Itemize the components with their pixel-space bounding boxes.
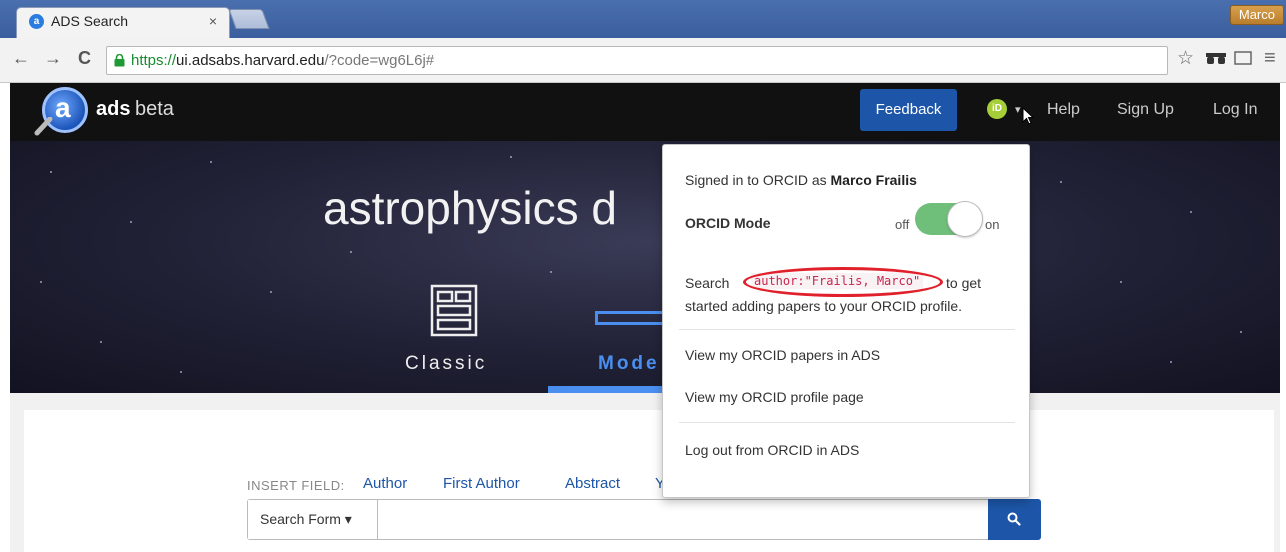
feedback-button[interactable]: Feedback — [860, 89, 957, 131]
search-form-dropdown-button[interactable]: Search Form ▾ — [248, 500, 378, 539]
orcid-signed-in-text: Signed in to ORCID as Marco Frailis — [685, 172, 917, 188]
url-path: /?code=wg6L6j# — [324, 52, 435, 69]
ads-favicon-icon: a — [29, 14, 44, 29]
hero-star — [1120, 281, 1122, 283]
hero-star — [270, 291, 272, 293]
lock-icon — [114, 54, 125, 67]
hero-star — [130, 221, 132, 223]
address-bar[interactable]: https://ui.adsabs.harvard.edu/?code=wg6L… — [106, 46, 1168, 75]
browser-tab[interactable]: a ADS Search × — [16, 7, 230, 38]
insert-author-link[interactable]: Author — [363, 475, 407, 492]
browser-toolbar: ← → C https://ui.adsabs.harvard.edu/?cod… — [0, 38, 1286, 83]
help-link[interactable]: Help — [1047, 101, 1080, 119]
search-icon — [1007, 512, 1021, 526]
url-text: https://ui.adsabs.harvard.edu/?code=wg6L… — [131, 52, 434, 69]
ads-navbar: a ads beta Feedback iD ▾ Help Sign Up Lo… — [10, 83, 1280, 141]
hero-star — [350, 251, 352, 253]
hero-star — [100, 341, 102, 343]
search-hint-line2: started adding papers to your ORCID prof… — [685, 298, 963, 314]
hero-star — [1060, 181, 1062, 183]
browser-profile-button[interactable]: Marco — [1229, 5, 1284, 25]
hero-banner: astrophysics d Classic Mode — [10, 141, 1280, 393]
orcid-user-name: Marco Frailis — [830, 172, 917, 188]
chevron-down-icon[interactable]: ▾ — [1015, 103, 1021, 116]
reload-icon[interactable]: C — [78, 48, 91, 69]
tab-title: ADS Search — [51, 13, 129, 29]
orcid-log-out-link[interactable]: Log out from ORCID in ADS — [685, 442, 859, 458]
logo-magnifier-handle — [34, 117, 53, 136]
dropdown-divider — [679, 329, 1015, 330]
logo-letter: a — [55, 92, 71, 123]
hero-star — [1240, 331, 1242, 333]
toggle-on-label: on — [985, 217, 1000, 232]
insert-field-label: INSERT FIELD: — [247, 478, 345, 493]
toggle-off-label: off — [895, 217, 910, 232]
classic-form-icon[interactable] — [430, 284, 478, 337]
logo-ads-text[interactable]: ads — [96, 98, 130, 121]
new-tab-button[interactable] — [228, 9, 270, 29]
bookmark-star-icon[interactable]: ☆ — [1177, 47, 1194, 70]
hero-star — [1170, 361, 1172, 363]
hero-star — [510, 156, 512, 158]
view-orcid-papers-link[interactable]: View my ORCID papers in ADS — [685, 347, 880, 363]
chrome-menu-icon[interactable]: ≡ — [1264, 47, 1276, 70]
extension-glasses-icon[interactable] — [1206, 53, 1226, 65]
hero-star — [210, 161, 212, 163]
red-highlight-ellipse — [743, 267, 943, 297]
back-arrow-icon[interactable]: ← — [12, 48, 30, 69]
orcid-icon[interactable]: iD — [987, 99, 1007, 119]
logo-beta-text: beta — [135, 98, 174, 120]
tab-close-icon[interactable]: × — [209, 13, 217, 29]
search-hint-prefix: Search — [685, 275, 730, 291]
log-in-link[interactable]: Log In — [1213, 101, 1257, 119]
signed-in-prefix: Signed in to ORCID as — [685, 172, 831, 188]
active-tab-underline — [548, 386, 678, 393]
insert-first-author-link[interactable]: First Author — [443, 475, 520, 492]
hero-star — [1190, 211, 1192, 213]
forward-arrow-icon[interactable]: → — [44, 48, 62, 69]
hero-star — [50, 171, 52, 173]
orcid-dropdown-menu: Signed in to ORCID as Marco Frailis ORCI… — [662, 144, 1030, 498]
hero-star — [550, 271, 552, 273]
hero-star — [40, 281, 42, 283]
search-button[interactable] — [988, 499, 1041, 540]
sign-up-link[interactable]: Sign Up — [1117, 101, 1174, 119]
classic-form-tab[interactable]: Classic — [405, 353, 487, 375]
search-bar: Search Form ▾ — [247, 499, 1041, 540]
orcid-mode-label: ORCID Mode — [685, 215, 771, 231]
cast-icon[interactable] — [1234, 51, 1252, 66]
dropdown-divider — [679, 422, 1015, 423]
url-host: ui.adsabs.harvard.edu — [176, 52, 325, 69]
view-orcid-profile-link[interactable]: View my ORCID profile page — [685, 389, 864, 405]
mouse-cursor-icon — [1022, 107, 1034, 125]
search-hint-suffix: to get — [946, 275, 982, 291]
url-scheme: https:// — [131, 52, 177, 69]
screen: a ADS Search × Marco ← → C https://ui.ad… — [0, 0, 1286, 552]
insert-abstract-link[interactable]: Abstract — [565, 475, 620, 492]
browser-tab-strip: a ADS Search × Marco — [0, 0, 1286, 38]
orcid-mode-toggle-knob[interactable] — [947, 201, 983, 237]
hero-star — [180, 371, 182, 373]
search-input[interactable] — [379, 500, 987, 539]
modern-form-tab[interactable]: Mode — [598, 353, 660, 375]
hero-title: astrophysics d — [323, 182, 618, 234]
